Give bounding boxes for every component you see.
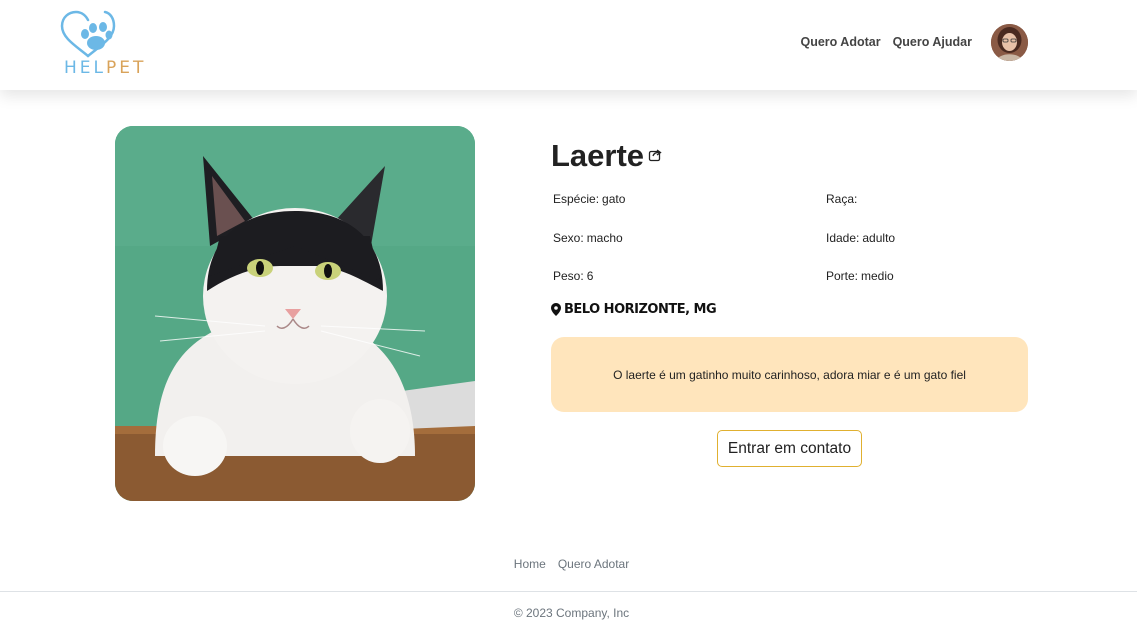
footer-link-quero-adotar[interactable]: Quero Adotar (558, 557, 629, 571)
map-pin-icon (551, 303, 561, 316)
footer-divider (0, 591, 1137, 592)
attr-raca-label: Raça: (826, 192, 858, 206)
attr-peso-value: 6 (586, 269, 594, 283)
attr-especie-value: gato (602, 192, 626, 206)
location-text: BELO HORIZONTE, MG (564, 302, 717, 317)
attr-idade-value: adulto (862, 231, 896, 245)
main-nav: Quero Adotar Quero Ajudar (800, 35, 972, 49)
helpet-logo[interactable]: HELPET (58, 8, 143, 78)
avatar-image (991, 24, 1028, 61)
site-header: HELPET Quero Adotar Quero Ajudar (0, 0, 1137, 90)
attr-raca: Raça: (826, 192, 860, 206)
user-avatar[interactable] (991, 24, 1028, 61)
cat-illustration (115, 126, 475, 501)
description-text: O laerte é um gatinho muito carinhoso, a… (613, 367, 966, 382)
attr-idade-label: Idade: (826, 231, 860, 245)
copyright-text: © 2023 Company, Inc (513, 606, 630, 620)
attr-idade: Idade: adulto (826, 231, 895, 245)
attr-sexo: Sexo: macho (553, 231, 623, 245)
footer-link-home[interactable]: Home (514, 557, 546, 571)
attr-especie: Espécie: gato (553, 192, 625, 206)
logo-wordmark: HELPET (64, 58, 146, 78)
share-icon[interactable] (648, 148, 662, 162)
nav-quero-adotar[interactable]: Quero Adotar (800, 35, 880, 49)
footer-nav: Home Quero Adotar (0, 557, 1137, 571)
attr-porte-label: Porte: (826, 269, 859, 283)
pet-location: BELO HORIZONTE, MG (551, 302, 717, 317)
attr-sexo-label: Sexo: (553, 231, 584, 245)
attr-porte-value: medio (861, 269, 894, 283)
paw-heart-icon (60, 10, 116, 58)
logo-text-hel: HEL (64, 58, 106, 78)
attr-peso-label: Peso: (553, 269, 584, 283)
attr-porte: Porte: medio (826, 269, 894, 283)
nav-quero-ajudar[interactable]: Quero Ajudar (893, 35, 972, 49)
attr-sexo-value: macho (586, 231, 623, 245)
attr-especie-label: Espécie: (553, 192, 600, 206)
pet-description: O laerte é um gatinho muito carinhoso, a… (551, 337, 1028, 412)
attr-peso: Peso: 6 (553, 269, 593, 283)
cat-photo (115, 126, 475, 501)
contact-button[interactable]: Entrar em contato (717, 430, 862, 467)
pet-name: Laerte (551, 138, 645, 173)
logo-text-pet: PET (106, 58, 147, 78)
